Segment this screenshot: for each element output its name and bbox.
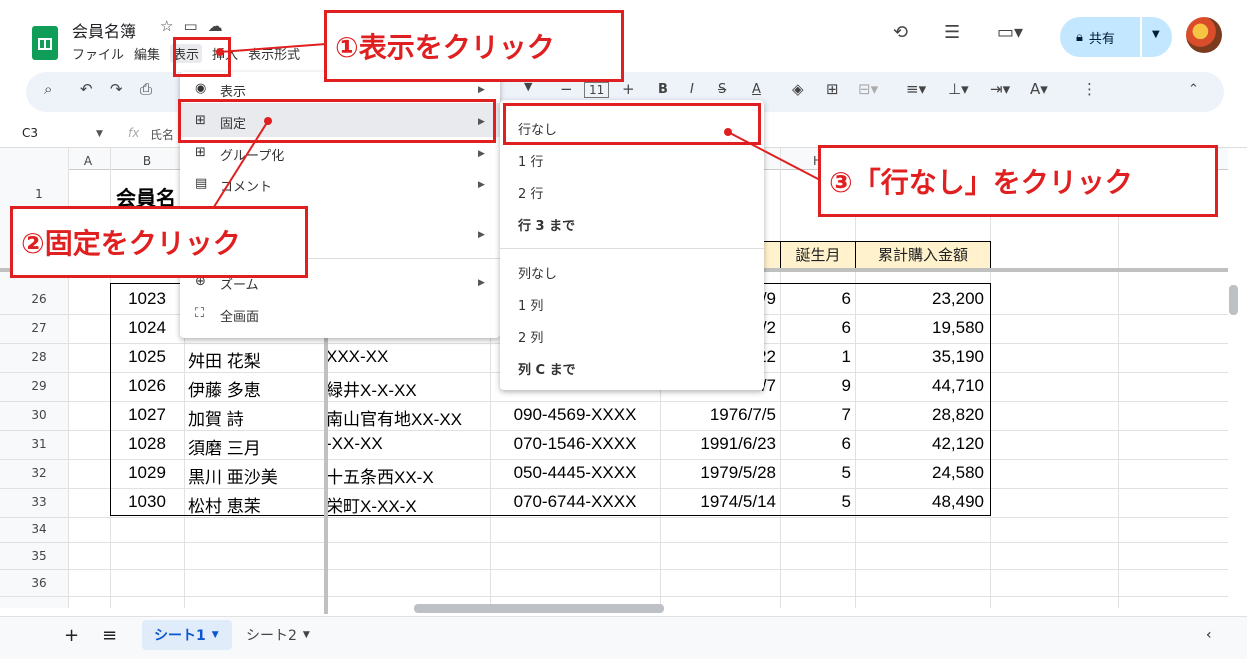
tab-sheet1[interactable]: シート1 ▼ xyxy=(142,620,232,650)
annotation-step1: ①表示をクリック xyxy=(324,10,624,82)
vertical-scrollbar[interactable] xyxy=(1229,285,1238,315)
annotation-step2: ②固定をクリック xyxy=(10,206,308,278)
tab-sheet1-label: シート1 xyxy=(154,628,206,644)
chevron-down-icon[interactable]: ▼ xyxy=(212,630,219,640)
tab-sheet2[interactable]: シート2 ▼ xyxy=(246,620,310,650)
spreadsheet-app: 会員名簿 ☆▭☁ ファイル 編集 表示 挿入 表示形式 ⟲ ☰ ▭▾ 🔒︎ 共有… xyxy=(0,0,1247,659)
annotation-connectors xyxy=(211,43,821,211)
horizontal-scrollbar[interactable] xyxy=(414,604,664,613)
chevron-down-icon[interactable]: ▼ xyxy=(303,630,310,640)
chevron-left-icon[interactable]: ‹ xyxy=(1206,620,1212,650)
all-sheets-icon[interactable]: ≡ xyxy=(102,620,117,650)
tab-sheet2-label: シート2 xyxy=(246,628,297,644)
add-sheet-icon[interactable]: + xyxy=(64,620,79,650)
annotation-step3: ③「行なし」をクリック xyxy=(818,145,1218,217)
